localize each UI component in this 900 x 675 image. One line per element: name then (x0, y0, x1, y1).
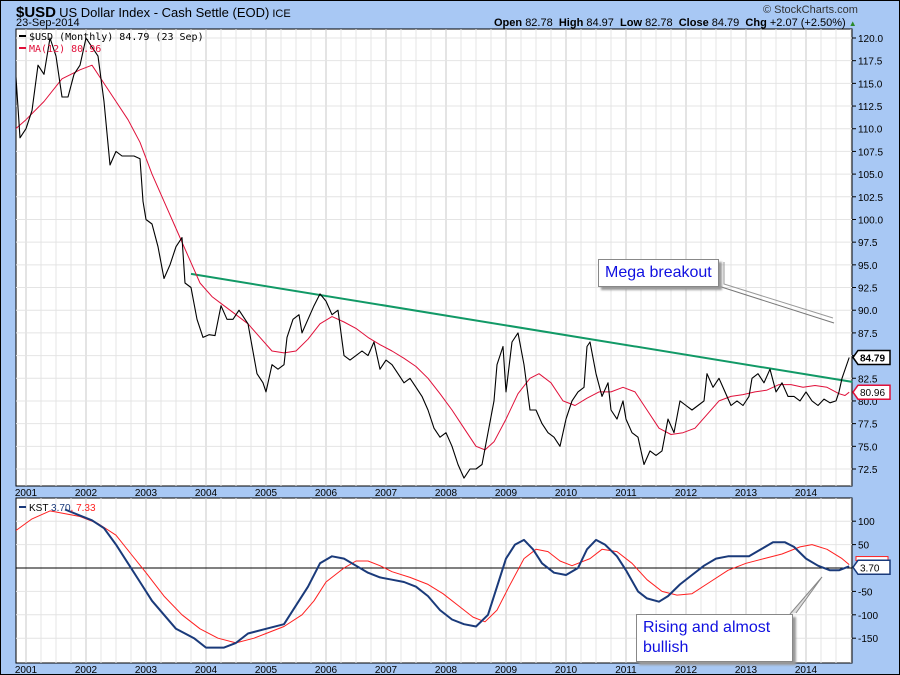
annotation-mega-breakout: Mega breakout (598, 259, 719, 287)
x-tick-label: 2009 (495, 488, 518, 499)
x-tick-label: 2008 (435, 488, 458, 499)
last-ma-label: 80.96 (860, 388, 885, 399)
y-tick-label: 107.5 (858, 147, 883, 158)
x-tick-label: 2007 (375, 665, 398, 675)
x-tick-label: 2007 (375, 488, 398, 499)
y-tick-label: 105.0 (858, 170, 883, 181)
x-tick-label: 2009 (495, 665, 518, 675)
x-tick-label: 2006 (315, 488, 338, 499)
kst-y-tick-label: -150 (858, 634, 878, 645)
x-tick-label: 2002 (75, 488, 98, 499)
kst-y-tick-label: -50 (858, 587, 873, 598)
x-tick-label: 2008 (435, 665, 458, 675)
x-tick-label: 2005 (255, 665, 278, 675)
x-tick-label: 2003 (135, 488, 158, 499)
x-tick-label: 2006 (315, 665, 338, 675)
x-tick-label: 2001 (15, 665, 38, 675)
x-tick-label: 2002 (75, 665, 98, 675)
legend-ma-swatch (19, 47, 26, 49)
y-tick-label: 100.0 (858, 215, 883, 226)
x-tick-label: 2001 (15, 488, 38, 499)
last-kst-label: 3.70 (860, 563, 880, 574)
legend-kst-value: 3.70 (51, 503, 71, 514)
annotation-rising: Rising and almost bullish (636, 614, 793, 662)
x-tick-label: 2013 (735, 488, 758, 499)
x-tick-label: 2011 (615, 488, 637, 499)
y-tick-label: 112.5 (858, 102, 883, 113)
x-tick-label: 2014 (795, 488, 818, 499)
x-tick-label: 2014 (795, 665, 818, 675)
x-tick-label: 2003 (135, 665, 158, 675)
y-tick-label: 72.5 (858, 465, 878, 476)
x-tick-label: 2012 (675, 488, 698, 499)
price-panel (15, 28, 853, 487)
y-tick-label: 92.5 (858, 284, 878, 295)
y-tick-label: 87.5 (858, 329, 878, 340)
y-tick-label: 115.0 (858, 79, 883, 90)
y-tick-label: 95.0 (858, 261, 878, 272)
y-tick-label: 110.0 (858, 125, 883, 136)
x-tick-label: 2013 (735, 665, 758, 675)
legend-price: $USD (Monthly) 84.79 (23 Sep) (29, 32, 204, 43)
y-tick-label: 75.0 (858, 442, 878, 453)
last-price-label: 84.79 (860, 353, 885, 364)
legend-price-swatch (19, 35, 26, 37)
y-tick-label: 97.5 (858, 238, 878, 249)
legend-signal-value: , 7.33 (71, 503, 96, 514)
y-tick-label: 77.5 (858, 420, 878, 431)
x-tick-label: 2012 (675, 665, 698, 675)
x-tick-label: 2004 (195, 665, 218, 675)
kst-y-tick-label: 50 (858, 541, 870, 552)
legend-ma: MA(12) 80.96 (29, 44, 101, 55)
kst-y-tick-label: -100 (858, 611, 878, 622)
chart-svg: 72.575.077.580.082.585.087.590.092.595.0… (15, 28, 891, 675)
x-tick-label: 2005 (255, 488, 278, 499)
legend-kst-swatch (19, 506, 26, 508)
y-tick-label: 102.5 (858, 193, 883, 204)
x-tick-label: 2011 (615, 665, 637, 675)
y-tick-label: 120.0 (858, 34, 883, 45)
x-tick-label: 2004 (195, 488, 218, 499)
legend-kst: KST 3.70, 7.33 (29, 503, 96, 514)
x-tick-label: 2010 (555, 665, 578, 675)
y-tick-label: 82.5 (858, 374, 878, 385)
x-tick-label: 2010 (555, 488, 578, 499)
legend-kst-name: KST (29, 503, 51, 514)
y-tick-label: 117.5 (858, 57, 883, 68)
kst-y-tick-label: 100 (858, 517, 875, 528)
y-tick-label: 90.0 (858, 306, 878, 317)
